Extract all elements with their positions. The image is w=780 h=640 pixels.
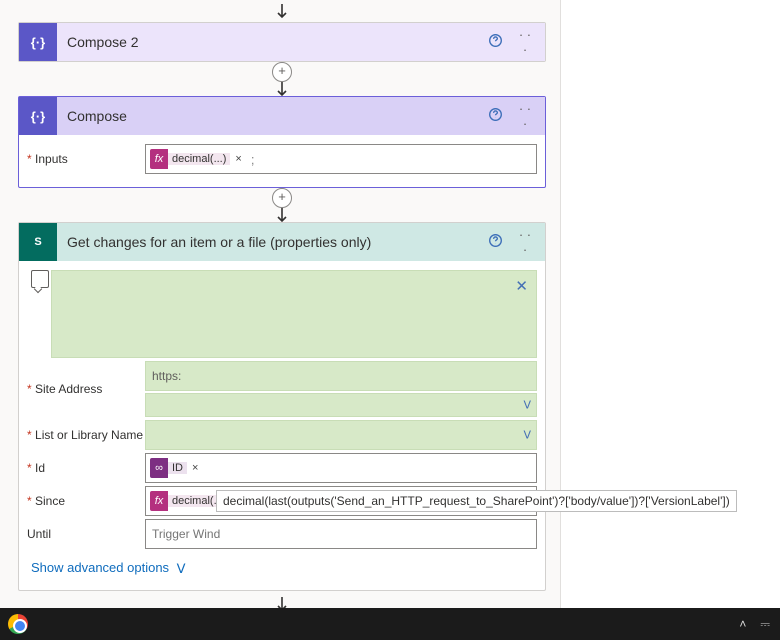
field-label: Since (27, 494, 145, 508)
connector-arrow (18, 82, 546, 96)
remove-token-icon[interactable]: × (187, 462, 203, 474)
fx-icon: fx (150, 149, 168, 169)
action-title: Compose 2 (67, 34, 475, 50)
connector-arrow (18, 208, 546, 222)
system-tray[interactable]: ˄ ⎓ (739, 617, 780, 632)
field-label: Id (27, 461, 145, 475)
until-field[interactable] (145, 519, 537, 549)
more-icon[interactable]: · · · (515, 27, 535, 57)
chevron-down-icon: ᐯ (177, 561, 186, 577)
link-icon: ∞ (150, 458, 168, 478)
more-icon[interactable]: · · · (515, 101, 535, 131)
field-label: Inputs (27, 152, 145, 166)
help-icon[interactable] (485, 107, 505, 125)
insert-step[interactable]: + (18, 62, 546, 82)
help-icon[interactable] (485, 33, 505, 51)
show-advanced-options[interactable]: Show advanced options ᐯ (27, 552, 537, 580)
action-compose[interactable]: {·} Compose · · · Inputs fx decimal(...)… (18, 96, 546, 188)
action-compose-2[interactable]: {·} Compose 2 · · · (18, 22, 546, 62)
field-label: List or Library Name (27, 428, 145, 442)
redaction-overlay: ✕ (51, 270, 537, 358)
field-label: Site Address (27, 382, 145, 396)
compose-icon: {·} (19, 23, 57, 61)
fx-icon: fx (150, 491, 168, 511)
tray-overflow-icon[interactable]: ˄ (739, 617, 746, 631)
list-name-field[interactable] (145, 420, 537, 450)
field-label: Until (27, 527, 145, 541)
action-title: Get changes for an item or a file (prope… (67, 234, 475, 250)
more-icon[interactable]: · · · (515, 227, 535, 257)
comment-icon[interactable] (31, 270, 49, 288)
action-title: Compose (67, 108, 475, 124)
remove-token-icon[interactable]: × (230, 153, 246, 165)
site-address-field[interactable]: https: (145, 361, 537, 391)
dynamic-token[interactable]: ∞ ID × (150, 458, 203, 478)
chevron-down-icon: ᐯ (523, 399, 531, 412)
site-address-dropdown[interactable] (145, 393, 537, 417)
sharepoint-icon: S (19, 223, 57, 261)
id-field[interactable]: ∞ ID × (145, 453, 537, 483)
chrome-icon[interactable] (8, 614, 28, 634)
insert-step[interactable]: + (18, 188, 546, 208)
inputs-field[interactable]: fx decimal(...) × ; (145, 144, 537, 174)
taskbar[interactable]: ˄ ⎓ (0, 608, 780, 640)
help-icon[interactable] (485, 233, 505, 251)
expression-token[interactable]: fx decimal(...) × (150, 149, 247, 169)
compose-icon: {·} (19, 97, 57, 135)
expression-tooltip: decimal(last(outputs('Send_an_HTTP_reque… (216, 490, 737, 512)
connector-arrow (18, 0, 546, 22)
chevron-down-icon: ᐯ (523, 429, 531, 442)
until-input[interactable] (150, 526, 532, 542)
close-icon[interactable]: ✕ (515, 277, 528, 295)
action-sharepoint-get-changes[interactable]: S Get changes for an item or a file (pro… (18, 222, 546, 591)
flow-canvas: {·} Compose 2 · · · + {·} Compose · · · … (0, 0, 561, 608)
battery-icon[interactable]: ⎓ (760, 617, 770, 632)
